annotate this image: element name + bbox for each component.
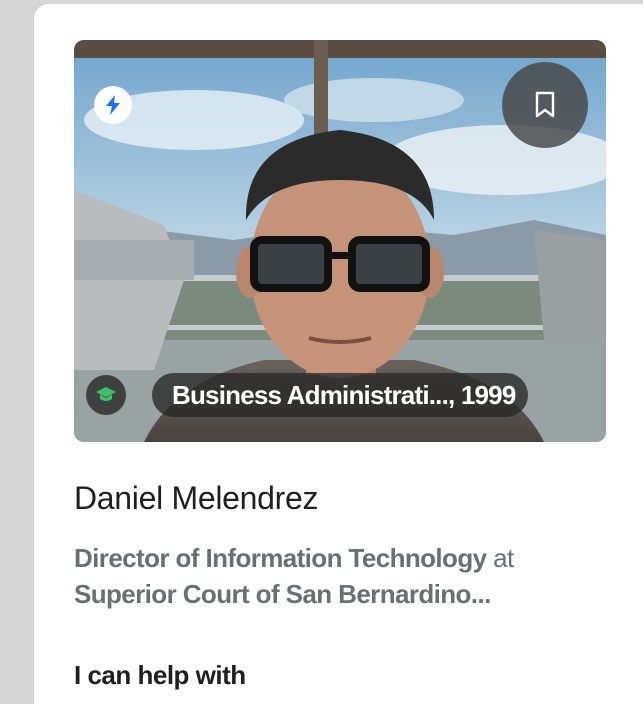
education-row: Business Administrati..., 1999 <box>86 370 528 420</box>
profile-card[interactable]: Business Administrati..., 1999 Daniel Me… <box>34 4 643 704</box>
profile-photo[interactable]: Business Administrati..., 1999 <box>74 40 606 442</box>
bookmark-icon <box>535 91 555 118</box>
help-heading: I can help with <box>74 660 246 690</box>
job-connector: at <box>493 543 514 573</box>
job-company: Superior Court of San Bernardino... <box>74 579 491 609</box>
education-label: Business Administrati..., 1999 <box>152 373 528 417</box>
lightning-bolt-icon <box>94 86 132 124</box>
job-role: Director of Information Technology <box>74 543 487 573</box>
profile-name[interactable]: Daniel Melendrez <box>74 480 319 517</box>
graduation-cap-icon <box>86 375 126 415</box>
profile-title: Director of Information Technology at Su… <box>74 540 614 612</box>
bookmark-button[interactable] <box>502 62 588 148</box>
